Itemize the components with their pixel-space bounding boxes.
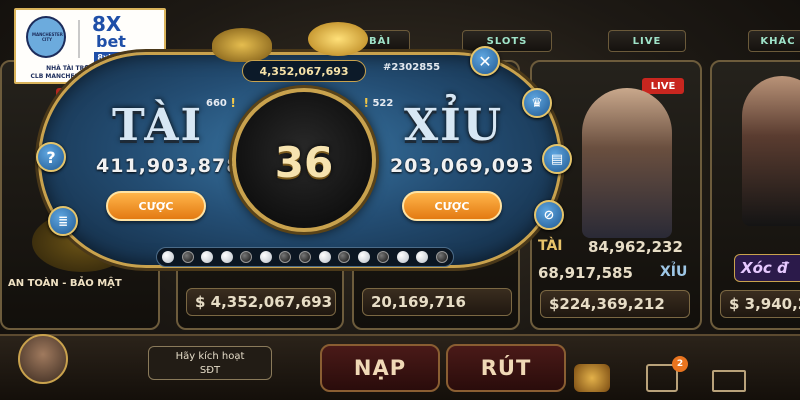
mute-icon: ⊘ xyxy=(543,207,555,223)
document-icon: ≣ xyxy=(57,214,69,228)
history-dot-white xyxy=(220,251,233,263)
card-amount: 20,169,716 xyxy=(362,288,512,316)
game-card-xocdia[interactable]: Xóc đ $ 3,940,2 xyxy=(710,60,800,330)
history-dot-black xyxy=(377,251,390,263)
close-icon: ✕ xyxy=(478,51,492,71)
card-amount: $224,369,212 xyxy=(540,290,690,318)
activate-line2: SĐT xyxy=(199,365,221,376)
session-id: #2302855 xyxy=(383,62,441,73)
history-dot-white xyxy=(318,251,331,263)
deposit-button[interactable]: NẠP xyxy=(320,344,440,392)
gift-badge: 2 xyxy=(672,356,688,372)
leaderboard-button[interactable]: ♛ xyxy=(522,88,552,118)
tab-khac[interactable]: KHÁC xyxy=(748,30,800,52)
xiu-title: XỈU xyxy=(404,100,504,151)
tai-amount: 84,962,232 xyxy=(588,238,683,256)
activate-phone-button[interactable]: Hãy kích hoạt SĐT xyxy=(148,346,272,380)
divider xyxy=(78,20,80,58)
history-dot-white xyxy=(259,251,272,263)
person-icon: ǃ xyxy=(364,96,369,110)
close-button[interactable]: ✕ xyxy=(470,46,500,76)
xiu-bet-button[interactable]: CƯỢC xyxy=(402,191,502,221)
trophy-icon: ♛ xyxy=(531,95,543,111)
withdraw-label: RÚT xyxy=(480,356,532,380)
mail-icon[interactable] xyxy=(712,370,746,392)
dealer-image xyxy=(742,76,800,226)
xiu-player-count: ǃ 522 xyxy=(364,96,394,110)
deposit-label: NẠP xyxy=(353,356,407,380)
tab-label: LIVE xyxy=(632,35,662,47)
xocdia-label: Xóc đ xyxy=(734,254,800,282)
brand-bottom: bet xyxy=(96,32,126,51)
tai-player-count: 660 ǃ xyxy=(206,96,236,110)
history-dot-white xyxy=(201,251,214,263)
chat-icon: ▤ xyxy=(550,151,564,167)
tab-label: SLOTS xyxy=(486,35,528,47)
slot-777-icon[interactable] xyxy=(574,364,610,392)
question-icon: ? xyxy=(46,147,56,167)
card-amount: $ 3,940,2 xyxy=(720,290,800,318)
jackpot-amount: 4,352,067,693 xyxy=(242,60,366,82)
tai-title: TÀI xyxy=(112,100,204,151)
security-label: AN TOÀN - BẢO MẬT xyxy=(8,278,122,289)
chat-button[interactable]: ▤ xyxy=(542,144,572,174)
history-dot-white xyxy=(396,251,409,263)
person-icon: ǃ xyxy=(230,96,236,110)
tab-live[interactable]: LIVE xyxy=(608,30,686,52)
bet-button-label: CƯỢC xyxy=(434,199,470,213)
tai-bet-button[interactable]: CƯỢC xyxy=(106,191,206,221)
history-dot-black xyxy=(298,251,311,263)
card-amount: $ 4,352,067,693 xyxy=(186,288,336,316)
tai-label: TÀI xyxy=(538,238,563,254)
help-button[interactable]: ? xyxy=(36,142,66,172)
rules-button[interactable]: ≣ xyxy=(48,206,78,236)
history-dot-white xyxy=(357,251,370,263)
history-dot-white xyxy=(416,251,429,263)
history-dot-black xyxy=(338,251,351,263)
history-dot-white xyxy=(162,251,174,263)
live-badge: LIVE xyxy=(642,78,684,94)
dice-total: 36 xyxy=(274,138,334,187)
xiu-label: XỈU xyxy=(660,264,688,280)
bet-button-label: CƯỢC xyxy=(138,199,174,213)
history-dot-black xyxy=(435,251,448,263)
mute-button[interactable]: ⊘ xyxy=(534,200,564,230)
result-history xyxy=(156,247,454,267)
dragon-emblem xyxy=(212,28,272,62)
history-dot-black xyxy=(279,251,292,263)
withdraw-button[interactable]: RÚT xyxy=(446,344,566,392)
dealer-image xyxy=(582,88,672,238)
xiu-total: 203,069,093 xyxy=(390,155,535,177)
avatar[interactable] xyxy=(18,334,68,384)
coins-pile-icon xyxy=(308,22,368,56)
tai-total: 411,903,878 xyxy=(96,155,241,177)
club-badge-icon: MANCHESTER CITY xyxy=(26,16,66,58)
activate-line1: Hãy kích hoạt xyxy=(175,351,245,362)
xiu-amount: 68,917,585 xyxy=(538,264,633,282)
tab-label: BÀI xyxy=(368,35,392,47)
history-dot-black xyxy=(181,251,194,263)
history-dot-black xyxy=(240,251,253,263)
tab-label: KHÁC xyxy=(760,35,796,47)
